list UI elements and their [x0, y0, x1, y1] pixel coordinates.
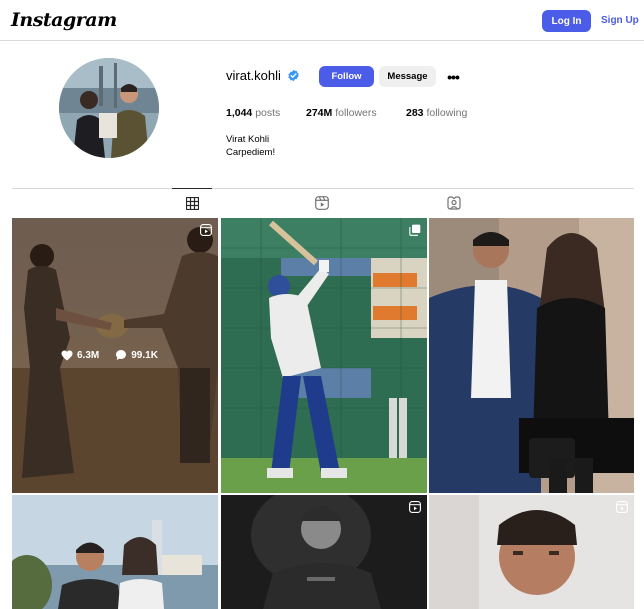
post-image [429, 218, 634, 493]
post-thumbnail[interactable] [221, 218, 427, 493]
posts-count: 1,044 [226, 107, 253, 119]
comments-count: 99.1K [131, 349, 158, 361]
profile-full-name: Virat Kohli [226, 134, 270, 145]
top-navigation-bar: Instagram Log In Sign Up [0, 0, 644, 41]
tagged-icon [447, 195, 461, 210]
posts-stat: 1,044 posts [226, 107, 280, 119]
comments-stat: 99.1K [115, 349, 158, 361]
posts-label: posts [255, 107, 281, 119]
post-engagement-stats: 6.3M 99.1K [61, 349, 158, 361]
likes-stat: 6.3M [61, 349, 99, 361]
post-thumbnail[interactable] [429, 495, 634, 609]
tab-posts[interactable] [172, 188, 212, 217]
grid-icon [185, 196, 199, 210]
tab-tagged[interactable] [434, 188, 474, 217]
avatar-photo [59, 58, 159, 158]
tab-reels[interactable] [302, 188, 342, 217]
post-image [221, 495, 427, 609]
login-button[interactable]: Log In [542, 10, 591, 32]
follow-button[interactable]: Follow [319, 66, 374, 87]
followers-count: 274M [306, 107, 333, 119]
instagram-logo[interactable]: Instagram [11, 9, 117, 31]
post-thumbnail[interactable]: 6.3M 99.1K [12, 218, 218, 493]
profile-bio: Carpediem! [226, 147, 276, 158]
following-stat[interactable]: 283 following [406, 107, 467, 119]
post-thumbnail[interactable] [12, 495, 218, 609]
post-image [12, 495, 218, 609]
profile-username: virat.kohli [226, 68, 281, 83]
followers-stat[interactable]: 274M followers [306, 107, 377, 119]
more-options-icon[interactable]: ••• [444, 66, 462, 87]
reel-type-icon [409, 501, 421, 513]
profile-avatar[interactable] [59, 58, 159, 158]
post-image [429, 495, 634, 609]
post-image [221, 218, 427, 493]
reels-icon [315, 195, 329, 210]
message-button[interactable]: Message [379, 66, 436, 87]
reel-type-icon [616, 501, 628, 513]
signup-link[interactable]: Sign Up [601, 15, 639, 26]
reel-type-icon [200, 224, 212, 236]
carousel-type-icon [409, 224, 421, 236]
followers-label: followers [335, 107, 377, 119]
heart-icon [61, 350, 73, 360]
post-thumbnail[interactable] [221, 495, 427, 609]
following-count: 283 [406, 107, 424, 119]
likes-count: 6.3M [77, 349, 100, 361]
post-thumbnail[interactable] [429, 218, 634, 493]
comment-icon [116, 350, 127, 360]
following-label: following [426, 107, 468, 119]
verified-badge-icon [288, 69, 299, 82]
